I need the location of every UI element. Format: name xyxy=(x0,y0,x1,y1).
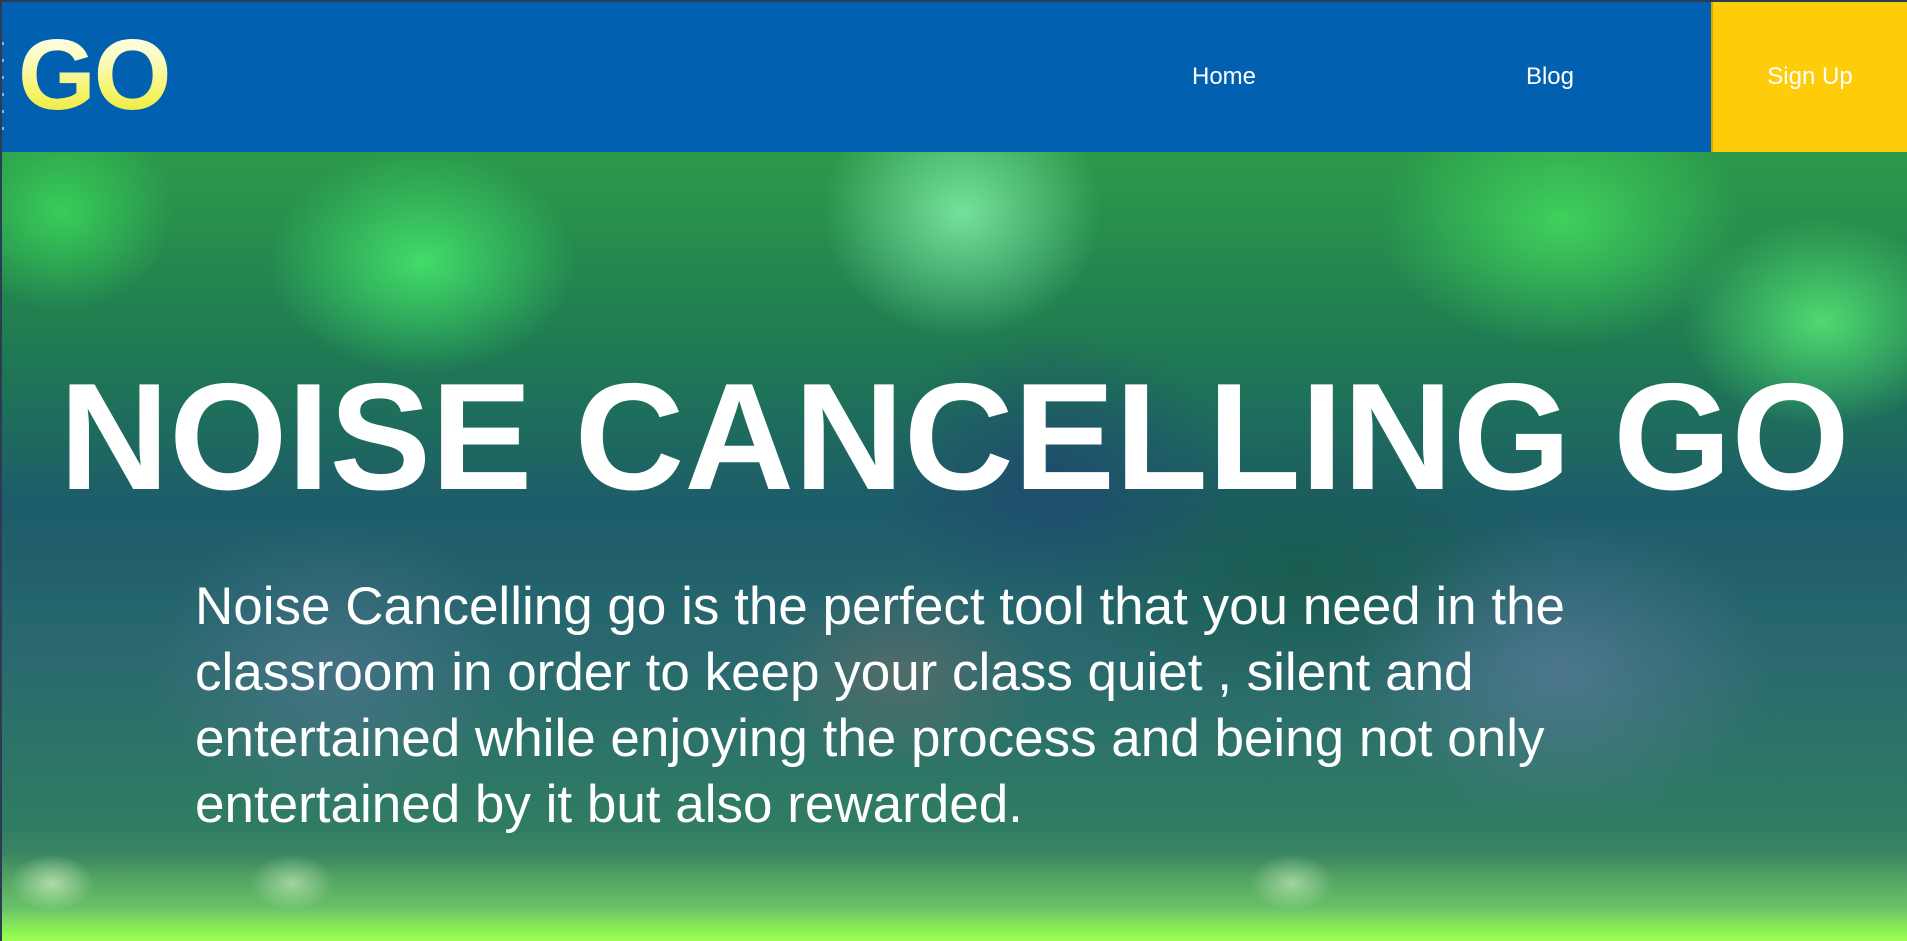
hero-title: NOISE CANCELLING GO xyxy=(59,352,1850,522)
window-edge-marks xyxy=(2,42,4,152)
signup-button[interactable]: Sign Up xyxy=(1711,2,1907,152)
navbar: GO Home Blog Sign Up xyxy=(2,2,1907,152)
hero-background-ground xyxy=(2,853,1907,941)
hero-section: NOISE CANCELLING GO Noise Cancelling go … xyxy=(2,152,1907,941)
go-logo[interactable]: GO xyxy=(18,20,172,130)
nav-link-home[interactable]: Home xyxy=(1142,2,1306,152)
hero-description: Noise Cancelling go is the perfect tool … xyxy=(195,577,1566,834)
nav-link-blog[interactable]: Blog xyxy=(1468,2,1632,152)
page-frame: GO Home Blog Sign Up NOISE CANCELLING GO… xyxy=(0,0,1907,941)
